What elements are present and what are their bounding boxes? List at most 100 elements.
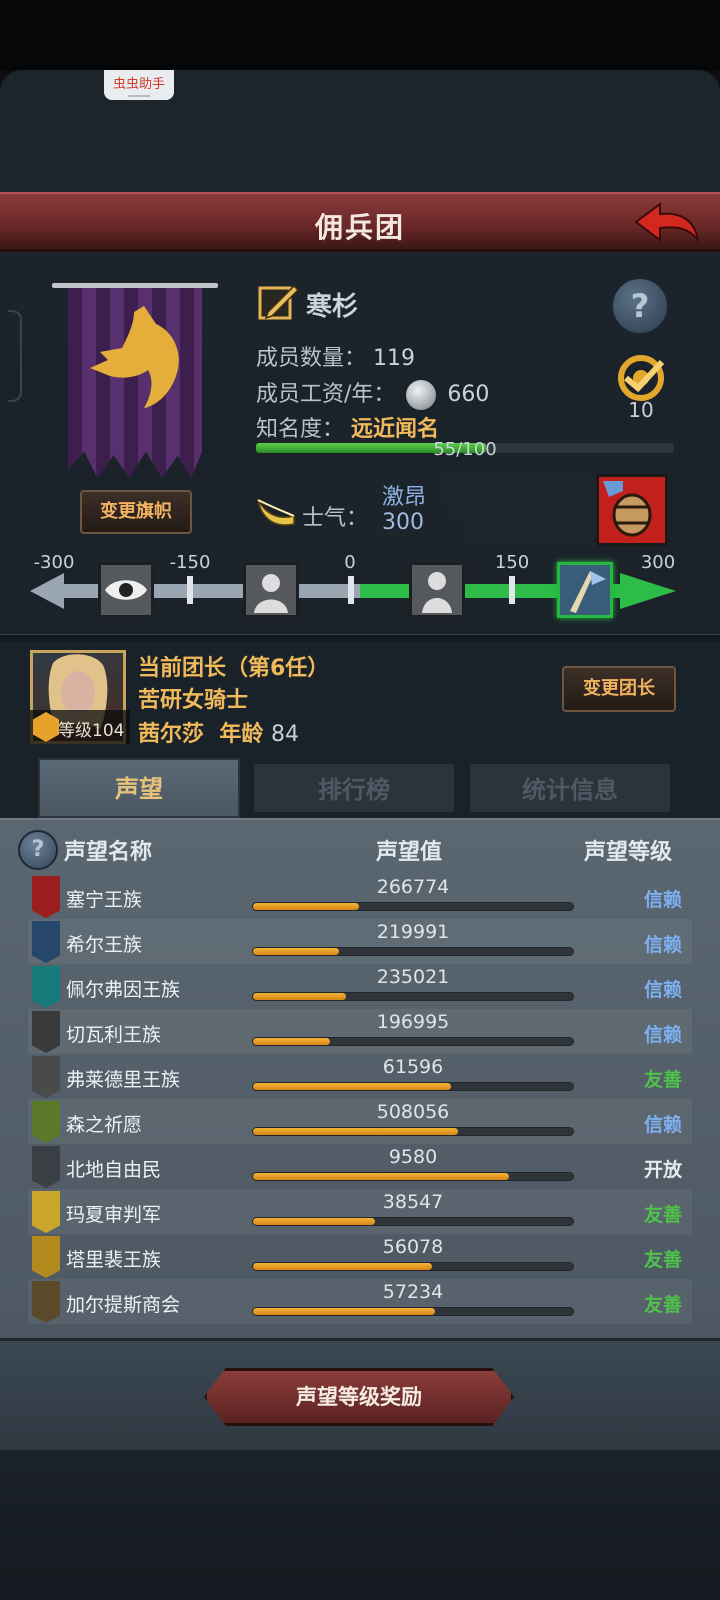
reputation-level: 信赖	[643, 979, 682, 1001]
tab-leaderboard[interactable]: 排行榜	[252, 762, 456, 814]
reputation-value: 266774	[376, 876, 450, 898]
table-row[interactable]: 森之祈愿 508056 信赖	[28, 1099, 692, 1144]
reputation-help-icon[interactable]: ?	[18, 830, 58, 870]
table-row[interactable]: 玛夏审判军 38547 友善	[28, 1189, 692, 1234]
table-row[interactable]: 加尔提斯商会 57234 友善	[28, 1279, 692, 1324]
morale-sad-icon[interactable]	[243, 562, 299, 618]
reputation-progress-bar	[252, 1217, 574, 1226]
members-stat: 成员数量： 119	[256, 340, 415, 372]
faction-name: 北地自由民	[66, 1159, 162, 1181]
morale-value: 300	[382, 510, 424, 535]
morale-tick-label: 300	[640, 552, 676, 573]
reputation-value: 9580	[388, 1146, 438, 1168]
faction-crest-icon	[32, 1191, 60, 1233]
faction-name: 加尔提斯商会	[66, 1294, 181, 1316]
reputation-progress-fill	[253, 1218, 375, 1225]
reputation-progress-fill	[253, 948, 340, 955]
faction-crest-icon	[32, 1146, 60, 1188]
tab-reputation[interactable]: 声望	[38, 758, 240, 818]
members-value: 119	[373, 346, 416, 371]
table-row[interactable]: 切瓦利王族 196995 信赖	[28, 1009, 692, 1054]
salary-stat: 成员工资/年： 660	[256, 376, 489, 410]
faction-name: 塔里裴王族	[66, 1249, 162, 1271]
rename-quill-icon[interactable]	[258, 282, 300, 322]
mercenary-banner	[50, 280, 220, 485]
faction-name: 切瓦利王族	[66, 1024, 162, 1046]
reputation-progress-bar	[252, 992, 574, 1001]
section-divider	[0, 634, 720, 642]
salary-label: 成员工资/年：	[256, 382, 396, 407]
wolf-emblem-icon	[90, 306, 179, 408]
help-question-icon[interactable]: ?	[610, 276, 670, 336]
mercenary-name: 寒杉	[306, 292, 359, 322]
reputation-level: 信赖	[643, 889, 682, 911]
reputation-level: 信赖	[643, 934, 682, 956]
faction-name: 塞宁王族	[66, 889, 143, 911]
header-reputation-level: 声望等级	[584, 840, 673, 865]
faction-name: 希尔王族	[66, 934, 143, 956]
reputation-progress-bar	[252, 1307, 574, 1316]
change-banner-button[interactable]: 变更旗帜	[80, 490, 192, 534]
faction-name: 森之祈愿	[66, 1114, 143, 1136]
table-row[interactable]: 塞宁王族 266774 信赖	[28, 874, 692, 919]
faction-crest-icon	[32, 1236, 60, 1278]
commander-age-value: 84	[271, 722, 300, 747]
side-drawer-handle[interactable]	[8, 310, 22, 402]
reputation-progress-fill	[253, 1263, 433, 1270]
morale-scale-left-arrow	[30, 573, 64, 609]
morale-calm-icon[interactable]	[409, 562, 465, 618]
reputation-value: 219991	[376, 921, 450, 943]
reputation-table: ? 声望名称 声望值 声望等级 塞宁王族 266774 信赖 希尔王族 219991 信赖…	[0, 818, 720, 1338]
back-arrow-icon[interactable]	[634, 200, 702, 246]
overlay-chip-handle	[128, 95, 150, 97]
header-reputation-name: 声望名称	[64, 840, 153, 865]
morale-despair-icon[interactable]	[98, 562, 154, 618]
reputation-level: 友善	[643, 1294, 682, 1316]
faction-name: 玛夏审判军	[66, 1204, 162, 1226]
members-label: 成员数量：	[256, 346, 367, 371]
morale-tick	[187, 576, 193, 604]
faction-name: 佩尔弗因王族	[66, 979, 181, 1001]
table-row[interactable]: 塔里裴王族 56078 友善	[28, 1234, 692, 1279]
morale-tick-label: -150	[169, 552, 211, 573]
page-title: 佣兵团	[314, 211, 405, 244]
reputation-progress-bar	[252, 1037, 574, 1046]
header-reputation-value: 声望值	[376, 840, 443, 865]
morale-scale: -300 -150 0 150 300	[0, 550, 720, 628]
overlay-chip-label: 虫虫助手	[112, 77, 165, 92]
tab-statistics[interactable]: 统计信息	[468, 762, 672, 814]
morale-inspired-icon[interactable]	[557, 562, 613, 618]
faction-name: 弗莱德里王族	[66, 1069, 181, 1091]
faction-crest-icon	[32, 1056, 60, 1098]
achievement-target-icon[interactable]	[612, 352, 670, 404]
table-row[interactable]: 希尔王族 219991 信赖	[28, 919, 692, 964]
reputation-progress-bar	[252, 1172, 574, 1181]
table-row[interactable]: 北地自由民 9580 开放	[28, 1144, 692, 1189]
fame-progress-text: 55/100	[433, 439, 497, 460]
change-leader-button[interactable]: 变更团长	[562, 666, 676, 712]
reputation-level: 信赖	[643, 1024, 682, 1046]
salary-value: 660	[447, 382, 490, 407]
reputation-progress-bar	[252, 902, 574, 911]
overlay-chip[interactable]: 虫虫助手	[104, 70, 174, 100]
morale-scale-right-arrow	[620, 573, 676, 609]
banner-pole	[52, 283, 218, 288]
reputation-progress-bar	[252, 947, 574, 956]
reputation-progress-fill	[253, 1173, 509, 1180]
morale-state: 激昂	[382, 485, 427, 510]
reputation-reward-button[interactable]: 声望等级奖励	[204, 1368, 514, 1426]
table-row[interactable]: 佩尔弗因王族 235021 信赖	[28, 964, 692, 1009]
commander-age-label: 年龄	[219, 722, 264, 747]
reputation-progress-fill	[253, 903, 359, 910]
faction-crest-icon	[32, 876, 60, 918]
reputation-progress-fill	[253, 1308, 436, 1315]
achievement-count: 10	[628, 398, 654, 422]
reputation-level: 信赖	[643, 1114, 682, 1136]
tab-bar: 声望 排行榜 统计信息	[0, 758, 720, 818]
reputation-level: 开放	[643, 1159, 682, 1181]
morale-barrel-event-icon[interactable]	[596, 474, 668, 546]
reputation-value: 38547	[382, 1191, 444, 1213]
morale-tick	[509, 576, 515, 604]
table-row[interactable]: 弗莱德里王族 61596 友善	[28, 1054, 692, 1099]
reputation-level: 友善	[643, 1069, 682, 1091]
